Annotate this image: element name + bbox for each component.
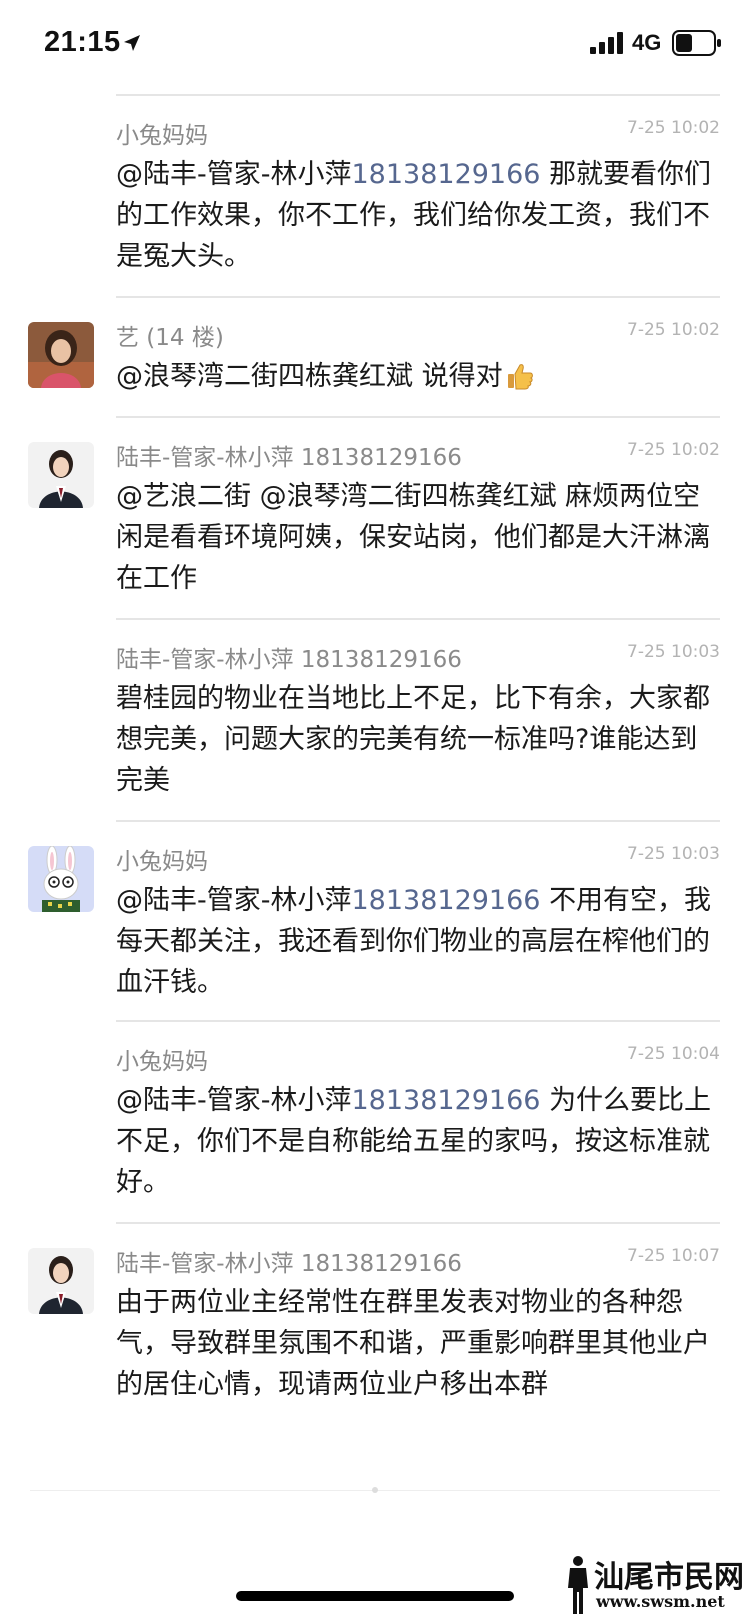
timestamp: 7-25 10:02 xyxy=(627,440,720,460)
timestamp: 7-25 10:04 xyxy=(627,1044,720,1064)
network-type: 4G xyxy=(632,30,662,55)
staff-uniform-avatar[interactable] xyxy=(28,1248,94,1314)
author-name[interactable]: 小兔妈妈 xyxy=(116,1042,208,1076)
message-text: @陆丰-管家-林小萍18138129166 不用有空，我每天都关注，我还看到你们… xyxy=(116,885,712,998)
phone-link[interactable]: 18138129166 xyxy=(352,159,541,190)
author-name[interactable]: 陆丰-管家-林小萍 18138129166 xyxy=(116,1244,462,1278)
mention[interactable]: @陆丰-管家-林小萍 xyxy=(116,885,352,916)
chat-screen: 21:15 4G 小兔妈妈 7-25 10:02 @陆丰-管家-林小萍18138… xyxy=(0,0,750,1624)
divider xyxy=(116,618,720,620)
home-indicator[interactable] xyxy=(236,1591,514,1601)
timestamp: 7-25 10:03 xyxy=(627,844,720,864)
message-text: @浪琴湾二街四栋龚红斌 说得对 xyxy=(116,356,716,397)
author-name[interactable]: 陆丰-管家-林小萍 18138129166 xyxy=(116,640,462,674)
timestamp: 7-25 10:02 xyxy=(627,320,720,340)
author-name[interactable]: 小兔妈妈 xyxy=(116,842,208,876)
watermark-title: 汕尾市民网 xyxy=(594,1560,744,1595)
status-bar: 21:15 4G xyxy=(0,0,750,92)
timestamp: 7-25 10:03 xyxy=(627,642,720,662)
woman-photo-avatar[interactable] xyxy=(28,322,94,388)
phone-link[interactable]: 18138129166 xyxy=(352,1085,541,1116)
divider xyxy=(116,1020,720,1022)
message-text: @艺浪二街 @浪琴湾二街四栋龚红斌 麻烦两位空闲是看看环境阿姨，保安站岗，他们都… xyxy=(116,481,710,594)
mention[interactable]: @陆丰-管家-林小萍 xyxy=(116,1085,352,1116)
divider xyxy=(116,416,720,418)
phone-link[interactable]: 18138129166 xyxy=(352,885,541,916)
person-silhouette-icon xyxy=(568,1556,588,1614)
timestamp: 7-25 10:07 xyxy=(627,1246,720,1266)
thumbs-up-icon xyxy=(507,364,533,390)
timestamp: 7-25 10:02 xyxy=(627,118,720,138)
divider xyxy=(116,820,720,822)
author-name[interactable]: 小兔妈妈 xyxy=(116,116,208,150)
message-text: @陆丰-管家-林小萍18138129166 那就要看你们的工作效果，你不工作，我… xyxy=(116,159,712,272)
divider xyxy=(116,94,720,96)
divider xyxy=(116,1222,720,1224)
divider xyxy=(116,296,720,298)
author-name[interactable]: 陆丰-管家-林小萍 18138129166 xyxy=(116,438,462,472)
site-watermark: 汕尾市民网 www.swsm.net xyxy=(564,1552,744,1618)
battery-icon xyxy=(672,30,721,56)
bunny-cartoon-avatar[interactable] xyxy=(28,846,94,912)
author-name[interactable]: 艺 (14 楼) xyxy=(116,318,224,352)
signal-bars-icon xyxy=(590,32,623,54)
status-time: 21:15 xyxy=(44,26,121,58)
message-text: @陆丰-管家-林小萍18138129166 为什么要比上不足，你们不是自称能给五… xyxy=(116,1085,712,1198)
message-text: 由于两位业主经常性在群里发表对物业的各种怨气，导致群里氛围不和谐，严重影响群里其… xyxy=(116,1287,710,1400)
staff-uniform-avatar[interactable] xyxy=(28,442,94,508)
list-end-dot xyxy=(372,1487,378,1493)
location-arrow-icon xyxy=(124,35,140,51)
message-text: 碧桂园的物业在当地比上不足，比下有余，大家都想完美，问题大家的完美有统一标准吗?… xyxy=(116,683,710,796)
mention[interactable]: @陆丰-管家-林小萍 xyxy=(116,159,352,190)
watermark-url: www.swsm.net xyxy=(596,1592,725,1611)
